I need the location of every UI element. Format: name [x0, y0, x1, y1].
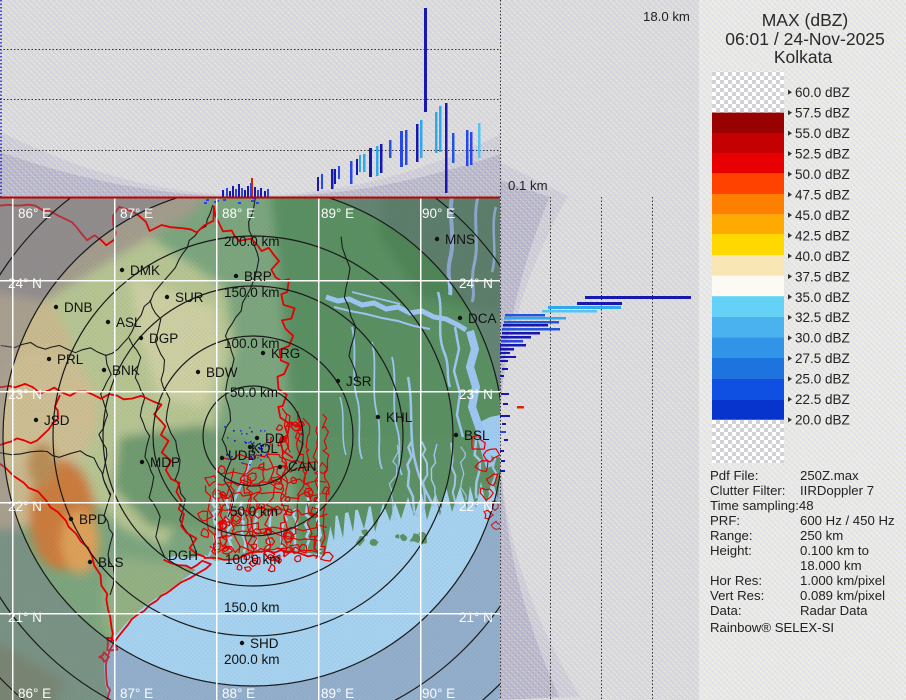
svg-text:CAN: CAN	[288, 459, 317, 474]
svg-text:50.0 dBZ: 50.0 dBZ	[795, 167, 850, 182]
svg-text:18.000 km: 18.000 km	[800, 558, 862, 573]
svg-text:32.5 dBZ: 32.5 dBZ	[795, 310, 850, 325]
svg-text:Radar Data: Radar Data	[800, 603, 868, 618]
svg-text:50.0 km: 50.0 km	[230, 504, 278, 519]
svg-text:23° N: 23° N	[459, 387, 493, 402]
svg-text:22° N: 22° N	[8, 499, 42, 514]
svg-text:24° N: 24° N	[8, 276, 42, 291]
svg-text:100.0 km: 100.0 km	[225, 552, 281, 567]
svg-text:30.0 dBZ: 30.0 dBZ	[795, 331, 850, 346]
svg-text:57.5 dBZ: 57.5 dBZ	[795, 106, 850, 121]
svg-text:47.5 dBZ: 47.5 dBZ	[795, 187, 850, 202]
svg-text:Clutter Filter:: Clutter Filter:	[710, 483, 785, 498]
svg-text:25.0 dBZ: 25.0 dBZ	[795, 372, 850, 387]
svg-text:Time sampling:48: Time sampling:48	[710, 498, 814, 513]
svg-text:55.0 dBZ: 55.0 dBZ	[795, 126, 850, 141]
svg-text:200.0 km: 200.0 km	[224, 234, 280, 249]
svg-text:88° E: 88° E	[222, 686, 255, 700]
svg-text:45.0 dBZ: 45.0 dBZ	[795, 208, 850, 223]
svg-text:20.0 dBZ: 20.0 dBZ	[795, 413, 850, 428]
svg-text:0.100 km to: 0.100 km to	[800, 543, 869, 558]
svg-text:22° N: 22° N	[459, 499, 493, 514]
svg-text:Rainbow® SELEX-SI: Rainbow® SELEX-SI	[710, 620, 834, 635]
svg-text:Pdf File:: Pdf File:	[710, 468, 758, 483]
svg-text:DGH: DGH	[168, 548, 198, 563]
svg-text:1.000 km/pixel: 1.000 km/pixel	[800, 573, 885, 588]
svg-text:150.0 km: 150.0 km	[224, 285, 280, 300]
svg-text:42.5 dBZ: 42.5 dBZ	[795, 228, 850, 243]
svg-text:24° N: 24° N	[459, 276, 493, 291]
svg-text:0.1 km: 0.1 km	[508, 178, 548, 193]
svg-text:87° E: 87° E	[120, 206, 153, 221]
svg-text:BDW: BDW	[206, 365, 238, 380]
svg-text:BRP: BRP	[244, 269, 272, 284]
svg-text:50.0 km: 50.0 km	[230, 385, 278, 400]
svg-text:PRL: PRL	[57, 352, 84, 367]
svg-text:0.089 km/pixel: 0.089 km/pixel	[800, 588, 885, 603]
svg-text:600 Hz / 450 Hz: 600 Hz / 450 Hz	[800, 513, 895, 528]
svg-text:Height:: Height:	[710, 543, 752, 558]
svg-text:IIRDoppler 7: IIRDoppler 7	[800, 483, 874, 498]
svg-text:JSD: JSD	[44, 413, 70, 428]
svg-text:88° E: 88° E	[222, 206, 255, 221]
svg-text:JSR: JSR	[346, 374, 372, 389]
svg-text:89° E: 89° E	[321, 206, 354, 221]
svg-text:21° N: 21° N	[459, 610, 493, 625]
svg-text:86° E: 86° E	[18, 206, 51, 221]
svg-text:22.5 dBZ: 22.5 dBZ	[795, 392, 850, 407]
svg-text:40.0 dBZ: 40.0 dBZ	[795, 249, 850, 264]
svg-text:PRF:: PRF:	[710, 513, 740, 528]
svg-text:37.5 dBZ: 37.5 dBZ	[795, 269, 850, 284]
svg-text:BPD: BPD	[79, 512, 107, 527]
svg-text:KRG: KRG	[271, 346, 300, 361]
svg-text:21° N: 21° N	[8, 610, 42, 625]
svg-text:DCA: DCA	[468, 311, 497, 326]
svg-text:06:01 / 24-Nov-2025: 06:01 / 24-Nov-2025	[725, 29, 885, 49]
svg-text:52.5 dBZ: 52.5 dBZ	[795, 146, 850, 161]
svg-text:35.0 dBZ: 35.0 dBZ	[795, 290, 850, 305]
svg-text:90° E: 90° E	[422, 206, 455, 221]
svg-text:DMK: DMK	[130, 263, 160, 278]
svg-text:87° E: 87° E	[120, 686, 153, 700]
svg-text:BNK: BNK	[112, 363, 140, 378]
svg-text:BLS: BLS	[98, 555, 124, 570]
svg-text:89° E: 89° E	[321, 686, 354, 700]
svg-text:SUR: SUR	[175, 290, 204, 305]
svg-text:DGP: DGP	[149, 331, 178, 346]
svg-text:UDB: UDB	[228, 448, 257, 463]
svg-text:SHD: SHD	[250, 636, 279, 651]
svg-text:MAX (dBZ): MAX (dBZ)	[762, 10, 849, 30]
svg-text:MNS: MNS	[445, 232, 475, 247]
svg-text:86° E: 86° E	[18, 686, 51, 700]
svg-text:60.0 dBZ: 60.0 dBZ	[795, 85, 850, 100]
svg-text:BSL: BSL	[464, 428, 490, 443]
svg-text:23° N: 23° N	[8, 387, 42, 402]
svg-text:200.0 km: 200.0 km	[224, 652, 280, 667]
svg-text:KHL: KHL	[386, 410, 413, 425]
svg-text:Data:: Data:	[710, 603, 742, 618]
svg-text:Kolkata: Kolkata	[774, 47, 833, 67]
svg-text:Vert Res:: Vert Res:	[710, 588, 764, 603]
svg-text:250 km: 250 km	[800, 528, 843, 543]
svg-text:DNB: DNB	[64, 300, 93, 315]
svg-text:18.0 km: 18.0 km	[643, 9, 690, 24]
svg-text:Hor Res:: Hor Res:	[710, 573, 762, 588]
svg-text:Range:: Range:	[710, 528, 753, 543]
svg-text:MDP: MDP	[150, 455, 180, 470]
svg-text:150.0 km: 150.0 km	[224, 600, 280, 615]
svg-text:250Z.max: 250Z.max	[800, 468, 859, 483]
svg-text:27.5 dBZ: 27.5 dBZ	[795, 351, 850, 366]
svg-text:ASL: ASL	[116, 315, 142, 330]
svg-text:90° E: 90° E	[422, 686, 455, 700]
